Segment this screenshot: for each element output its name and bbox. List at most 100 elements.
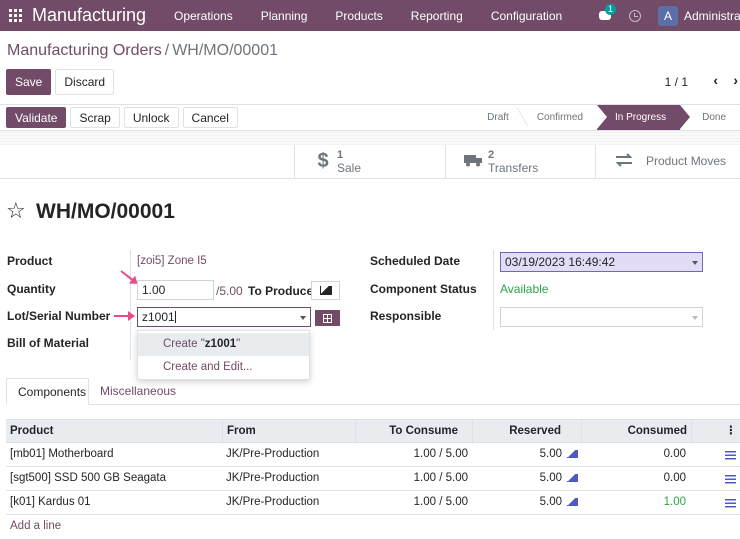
menu-products[interactable]: Products: [321, 9, 396, 23]
validate-button[interactable]: Validate: [6, 107, 67, 128]
area-chart-icon: [319, 286, 332, 295]
row-reserved: 5.00: [539, 448, 562, 460]
stage-done[interactable]: Done: [680, 105, 740, 130]
responsible-input[interactable]: [500, 307, 703, 327]
activity-clock-icon[interactable]: [620, 0, 650, 31]
form-buttons: Save Discard: [6, 69, 115, 95]
components-table: Product From To Consume Reserved Consume…: [6, 419, 740, 515]
header-product[interactable]: Product: [6, 420, 222, 444]
component-status-value: Available: [500, 282, 549, 296]
transfers-smart-button[interactable]: 2 Transfers: [445, 145, 596, 179]
navbar-right: 1 A Administrat: [590, 0, 740, 31]
quantity-label: Quantity: [7, 282, 56, 296]
table-row[interactable]: [k01] Kardus 01 JK/Pre-Production 1.00 /…: [6, 491, 740, 515]
pager-next-icon[interactable]: ›: [733, 72, 738, 88]
chevron-down-icon[interactable]: [692, 316, 698, 320]
star-icon[interactable]: ☆: [6, 200, 26, 222]
pager-previous-icon[interactable]: ‹: [713, 72, 718, 88]
tab-miscellaneous[interactable]: Miscellaneous: [89, 378, 187, 405]
stage-pipeline: Draft Confirmed In Progress Done: [473, 105, 740, 130]
forecast-chart-icon[interactable]: [567, 498, 578, 506]
row-to-consume: 1.00 / 5.00: [413, 496, 468, 508]
create-and-edit-option[interactable]: Create and Edit...: [138, 356, 309, 379]
row-from: JK/Pre-Production: [226, 496, 320, 508]
row-consumed: 0.00: [663, 472, 686, 484]
row-from: JK/Pre-Production: [226, 472, 320, 484]
sale-label: Sale: [337, 160, 362, 175]
table-row[interactable]: [mb01] Motherboard JK/Pre-Production 1.0…: [6, 443, 740, 467]
header-to-consume[interactable]: To Consume: [355, 420, 472, 444]
sale-smart-button[interactable]: $ 1 Sale: [294, 145, 446, 179]
row-to-consume: 1.00 / 5.00: [413, 448, 468, 460]
create-option-prefix: Create ": [163, 338, 205, 350]
breadcrumb-parent[interactable]: Manufacturing Orders: [7, 42, 162, 59]
to-produce-label: To Produce: [248, 284, 314, 298]
scheduled-date-value: 03/19/2023 16:49:42: [505, 255, 616, 269]
forecast-chart-icon[interactable]: [567, 450, 578, 458]
component-status-label: Component Status: [370, 282, 477, 296]
lot-serial-value: z1001: [142, 310, 175, 324]
detailed-operations-icon[interactable]: [725, 499, 736, 508]
quantity-input[interactable]: 1.00: [137, 280, 214, 300]
scheduled-date-input[interactable]: 03/19/2023 16:49:42: [500, 252, 703, 272]
scrap-button[interactable]: Scrap: [70, 107, 120, 128]
stage-in-progress[interactable]: In Progress: [596, 105, 691, 130]
app-menu-icon[interactable]: [0, 0, 30, 31]
row-product: [k01] Kardus 01: [10, 496, 91, 508]
create-option-suffix: ": [236, 338, 241, 350]
pager-value[interactable]: 1 / 1: [665, 75, 688, 89]
stage-label: Draft: [487, 112, 509, 123]
menu-planning[interactable]: Planning: [247, 9, 322, 23]
detailed-operations-icon[interactable]: [725, 451, 736, 460]
quantity-total: /5.00: [216, 284, 243, 298]
header-from[interactable]: From: [222, 420, 355, 444]
grid-plus-icon: [323, 313, 332, 323]
row-consumed: 1.00: [663, 496, 686, 508]
stage-draft[interactable]: Draft: [473, 105, 529, 130]
discard-button[interactable]: Discard: [55, 69, 115, 95]
menu-configuration[interactable]: Configuration: [477, 9, 576, 23]
stage-confirmed[interactable]: Confirmed: [523, 105, 597, 130]
produce-chart-button[interactable]: [311, 281, 340, 300]
row-product: [sgt500] SSD 500 GB Seagata: [10, 472, 166, 484]
dollar-icon: $: [317, 150, 329, 172]
table-row[interactable]: [sgt500] SSD 500 GB Seagata JK/Pre-Produ…: [6, 467, 740, 491]
record-title: WH/MO/00001: [36, 200, 175, 223]
chat-badge: 1: [605, 4, 616, 15]
cancel-button[interactable]: Cancel: [182, 107, 238, 128]
product-moves-smart-button[interactable]: Product Moves: [595, 145, 740, 179]
forecast-chart-icon[interactable]: [567, 474, 578, 482]
user-name[interactable]: Administrat: [684, 9, 740, 23]
app-brand[interactable]: Manufacturing: [32, 5, 160, 26]
header-consumed[interactable]: Consumed: [581, 420, 691, 444]
add-line-link[interactable]: Add a line: [10, 520, 61, 532]
row-reserved: 5.00: [539, 496, 562, 508]
tab-components[interactable]: Components: [6, 378, 89, 405]
product-value[interactable]: [zoi5] Zone I5: [137, 255, 207, 267]
annotation-arrow-lot: [114, 311, 135, 321]
create-option-term: z1001: [204, 338, 237, 350]
table-header: Product From To Consume Reserved Consume…: [6, 419, 740, 444]
create-option[interactable]: Create "z1001": [138, 333, 309, 356]
chevron-down-icon[interactable]: [300, 316, 306, 320]
status-bar: Validate Scrap Unlock Cancel Draft Confi…: [0, 104, 740, 131]
chat-icon[interactable]: 1: [590, 0, 620, 31]
row-reserved: 5.00: [539, 472, 562, 484]
save-button[interactable]: Save: [6, 69, 52, 95]
row-consumed: 0.00: [663, 448, 686, 460]
menu-reporting[interactable]: Reporting: [397, 9, 477, 23]
chevron-down-icon[interactable]: [692, 261, 698, 265]
header-reserved[interactable]: Reserved: [472, 420, 581, 444]
lot-serial-input[interactable]: z1001: [137, 307, 311, 327]
row-to-consume: 1.00 / 5.00: [413, 472, 468, 484]
stage-label: Confirmed: [536, 112, 583, 123]
stage-label: Done: [702, 112, 726, 123]
row-from: JK/Pre-Production: [226, 448, 320, 460]
lot-action-button[interactable]: [315, 310, 340, 326]
unlock-button[interactable]: Unlock: [123, 107, 179, 128]
detailed-operations-icon[interactable]: [725, 475, 736, 484]
bom-label: Bill of Material: [7, 336, 90, 350]
column-options-icon[interactable]: ⋮: [691, 420, 740, 444]
avatar[interactable]: A: [658, 5, 678, 26]
menu-operations[interactable]: Operations: [160, 9, 247, 23]
